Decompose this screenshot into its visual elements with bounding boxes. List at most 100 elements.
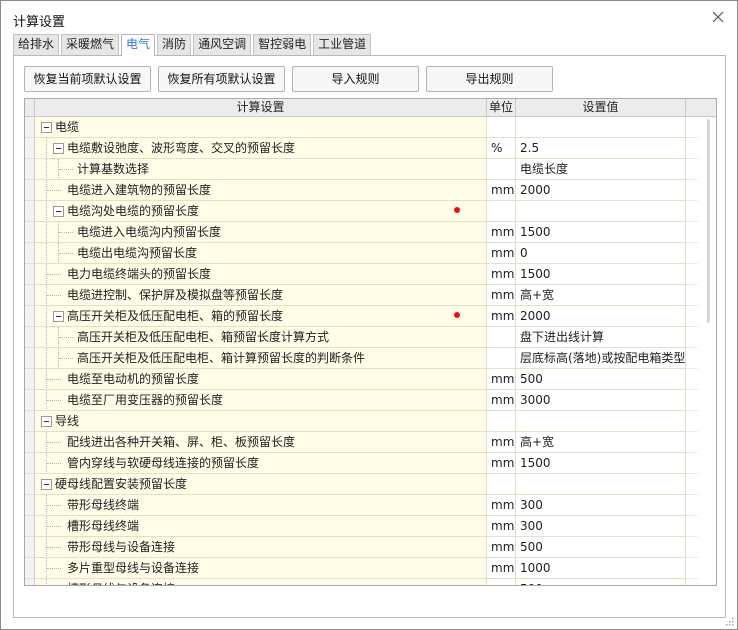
table-row[interactable]: 多片重型母线与设备连接 mm 1000: [25, 558, 716, 579]
setting-name: 电缆进入建筑物的预留长度: [67, 183, 212, 197]
tab-fire[interactable]: 消防: [157, 34, 192, 55]
setting-name-cell[interactable]: 电缆沟处电缆的预留长度: [35, 201, 487, 222]
setting-name-cell[interactable]: 配线进出各种开关箱、屏、柜、板预留长度: [35, 432, 487, 453]
collapse-toggle-icon[interactable]: [53, 206, 64, 217]
setting-name-cell[interactable]: 电缆至厂用变压器的预留长度: [35, 390, 487, 411]
table-row[interactable]: 高压开关柜及低压配电柜、箱预留长度计算方式 盘下进出线计算: [25, 327, 716, 348]
value-cell[interactable]: 盘下进出线计算: [516, 327, 686, 348]
setting-name-cell[interactable]: 电缆进控制、保护屏及模拟盘等预留长度: [35, 285, 487, 306]
setting-name-cell[interactable]: 电缆进入建筑物的预留长度: [35, 180, 487, 201]
table-row[interactable]: 电缆进控制、保护屏及模拟盘等预留长度 mm 高+宽: [25, 285, 716, 306]
setting-name-cell[interactable]: 硬母线配置安装预留长度: [35, 474, 487, 495]
tab-hvac[interactable]: 通风空调: [193, 34, 252, 55]
value-cell[interactable]: 1500: [516, 453, 686, 474]
value-cell[interactable]: 500: [516, 369, 686, 390]
resize-grip-icon[interactable]: [725, 617, 734, 626]
value-cell[interactable]: 1500: [516, 264, 686, 285]
collapse-toggle-icon[interactable]: [41, 416, 52, 427]
table-row[interactable]: 槽形母线与设备连接 mm500: [25, 579, 716, 585]
setting-name-cell[interactable]: 电缆: [35, 117, 487, 138]
table-row[interactable]: 电缆进入建筑物的预留长度 mm 2000: [25, 180, 716, 201]
header-unit[interactable]: 单位: [487, 99, 516, 117]
setting-name-cell[interactable]: 带形母线与设备连接: [35, 537, 487, 558]
setting-name-cell[interactable]: 槽形母线与设备连接: [35, 579, 487, 585]
setting-name-cell[interactable]: 槽形母线终端: [35, 516, 487, 537]
table-row[interactable]: 计算基数选择 电缆长度: [25, 159, 716, 180]
value-cell[interactable]: 2000: [516, 180, 686, 201]
value-cell[interactable]: 3000: [516, 390, 686, 411]
table-row[interactable]: 导线: [25, 411, 716, 432]
collapse-toggle-icon[interactable]: [53, 311, 64, 322]
value-cell[interactable]: 高+宽: [516, 432, 686, 453]
unit-cell: mm: [487, 306, 516, 327]
value-cell[interactable]: 2.5: [516, 138, 686, 159]
value-cell[interactable]: [516, 201, 686, 222]
value-cell[interactable]: 500: [516, 537, 686, 558]
tree-line: [46, 222, 47, 242]
value-cell[interactable]: [516, 411, 686, 432]
collapse-toggle-icon[interactable]: [41, 479, 52, 490]
value-cell[interactable]: 500: [516, 579, 686, 585]
tree-line: [59, 253, 73, 254]
setting-name-cell[interactable]: 管内穿线与软硬母线连接的预留长度: [35, 453, 487, 474]
restore-all-default-button[interactable]: 恢复所有项默认设置: [158, 66, 285, 92]
value-cell[interactable]: 1500: [516, 222, 686, 243]
setting-name-cell[interactable]: 电缆至电动机的预留长度: [35, 369, 487, 390]
tab-industrial-pipe[interactable]: 工业管道: [313, 34, 372, 55]
value-cell[interactable]: 高+宽: [516, 285, 686, 306]
row-gutter: [25, 579, 35, 585]
table-row[interactable]: 配线进出各种开关箱、屏、柜、板预留长度 mm 高+宽: [25, 432, 716, 453]
value-cell[interactable]: [516, 117, 686, 138]
scrollbar-thumb[interactable]: [707, 119, 710, 323]
table-row[interactable]: 槽形母线终端 mm 300: [25, 516, 716, 537]
table-row[interactable]: 硬母线配置安装预留长度: [25, 474, 716, 495]
table-row[interactable]: 电力电缆终端头的预留长度 mm 1500: [25, 264, 716, 285]
setting-name-cell[interactable]: 多片重型母线与设备连接: [35, 558, 487, 579]
table-row[interactable]: 带形母线终端 mm 300: [25, 495, 716, 516]
setting-name-cell[interactable]: 电力电缆终端头的预留长度: [35, 264, 487, 285]
table-row[interactable]: 电缆至电动机的预留长度 mm 500: [25, 369, 716, 390]
value-cell[interactable]: 1000: [516, 558, 686, 579]
value-cell[interactable]: 300: [516, 495, 686, 516]
tab-low-voltage[interactable]: 智控弱电: [253, 34, 312, 55]
setting-name-cell[interactable]: 电缆出电缆沟预留长度: [35, 243, 487, 264]
collapse-toggle-icon[interactable]: [53, 143, 64, 154]
value-cell[interactable]: 层底标高(落地)或按配电箱类型: [516, 348, 686, 369]
table-row[interactable]: 电缆敷设弛度、波形弯度、交叉的预留长度% 2.5: [25, 138, 716, 159]
table-row[interactable]: 高压开关柜及低压配电柜、箱计算预留长度的判断条件 层底标高(落地)或按配电箱类型: [25, 348, 716, 369]
value-cell[interactable]: [516, 474, 686, 495]
setting-name-cell[interactable]: 高压开关柜及低压配电柜、箱的预留长度: [35, 306, 487, 327]
table-row[interactable]: 电缆沟处电缆的预留长度: [25, 201, 716, 222]
export-rules-button[interactable]: 导出规则: [426, 66, 553, 92]
header-setting-name[interactable]: 计算设置: [35, 99, 487, 117]
setting-name-cell[interactable]: 高压开关柜及低压配电柜、箱预留长度计算方式: [35, 327, 487, 348]
table-row[interactable]: 高压开关柜及低压配电柜、箱的预留长度 mm 2000: [25, 306, 716, 327]
table-row[interactable]: 管内穿线与软硬母线连接的预留长度 mm 1500: [25, 453, 716, 474]
setting-name-cell[interactable]: 电缆敷设弛度、波形弯度、交叉的预留长度: [35, 138, 487, 159]
row-gutter: [25, 159, 35, 180]
tab-heating-gas[interactable]: 采暖燃气: [61, 34, 120, 55]
value-cell[interactable]: 300: [516, 516, 686, 537]
setting-name-cell[interactable]: 计算基数选择: [35, 159, 487, 180]
table-row[interactable]: 电缆进入电缆沟内预留长度 mm 1500: [25, 222, 716, 243]
setting-name-cell[interactable]: 电缆进入电缆沟内预留长度: [35, 222, 487, 243]
value-cell[interactable]: 2000: [516, 306, 686, 327]
setting-name-cell[interactable]: 导线: [35, 411, 487, 432]
modified-marker-dot: [454, 312, 460, 318]
vertical-scrollbar[interactable]: [698, 117, 716, 585]
tab-electrical[interactable]: 电气: [121, 34, 156, 56]
setting-name-cell[interactable]: 带形母线终端: [35, 495, 487, 516]
import-rules-button[interactable]: 导入规则: [292, 66, 419, 92]
table-row[interactable]: 电缆出电缆沟预留长度 mm 0: [25, 243, 716, 264]
tab-plumbing[interactable]: 给排水: [13, 34, 60, 55]
setting-name-cell[interactable]: 高压开关柜及低压配电柜、箱计算预留长度的判断条件: [35, 348, 487, 369]
restore-current-default-button[interactable]: 恢复当前项默认设置: [24, 66, 151, 92]
close-icon[interactable]: [711, 10, 725, 24]
table-row[interactable]: 电缆至厂用变压器的预留长度 mm 3000: [25, 390, 716, 411]
value-cell[interactable]: 电缆长度: [516, 159, 686, 180]
collapse-toggle-icon[interactable]: [41, 122, 52, 133]
header-value[interactable]: 设置值: [516, 99, 686, 117]
table-row[interactable]: 电缆: [25, 117, 716, 138]
value-cell[interactable]: 0: [516, 243, 686, 264]
table-row[interactable]: 带形母线与设备连接 mm 500: [25, 537, 716, 558]
